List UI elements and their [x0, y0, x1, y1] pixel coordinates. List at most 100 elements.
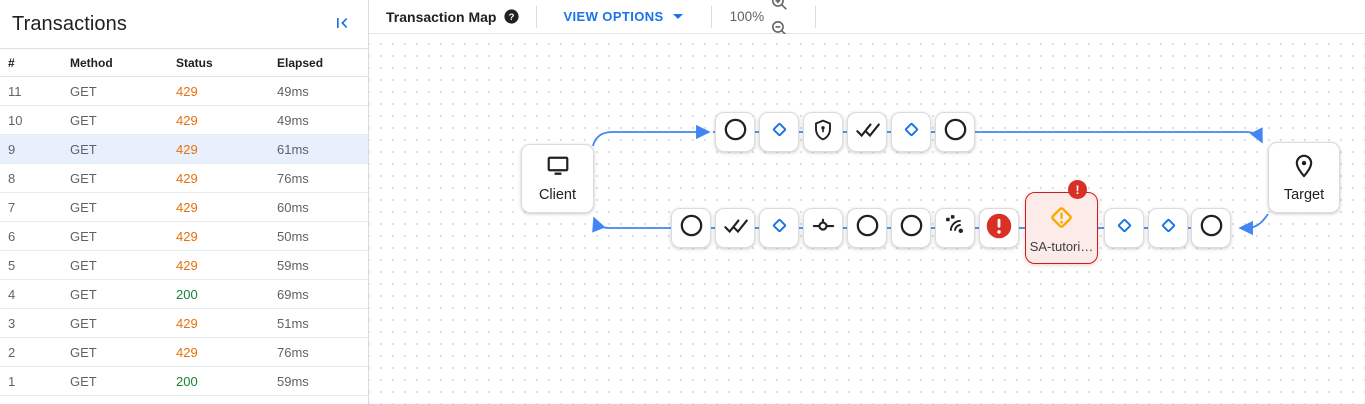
transaction-cell-method: GET: [70, 84, 176, 99]
warning-diamond-icon: [1047, 203, 1076, 237]
transaction-cell-num: 9: [8, 142, 70, 157]
target-label: Target: [1284, 187, 1324, 203]
column-header-elapsed: Elapsed: [277, 56, 368, 70]
transaction-row[interactable]: 1GET20059ms: [0, 367, 368, 396]
transactions-table-body: 11GET42949ms10GET42949ms9GET42961ms8GET4…: [0, 77, 368, 396]
flow-step-card[interactable]: [1148, 208, 1188, 248]
diamond-icon: [1113, 214, 1136, 242]
flow-step-card[interactable]: [979, 208, 1019, 248]
error-badge: !: [1068, 180, 1087, 199]
diamond-icon: [768, 118, 791, 146]
transaction-row[interactable]: 11GET42949ms: [0, 77, 368, 106]
transaction-cell-method: GET: [70, 142, 176, 157]
collapse-panel-icon: [332, 13, 352, 36]
transaction-cell-status: 429: [176, 113, 277, 128]
transaction-row[interactable]: 3GET42951ms: [0, 309, 368, 338]
flow-step-card[interactable]: [1104, 208, 1144, 248]
flow-step-card[interactable]: [935, 112, 975, 152]
transaction-row[interactable]: 5GET42959ms: [0, 251, 368, 280]
circle-icon: [722, 116, 749, 148]
diamond-icon: [1157, 214, 1180, 242]
error-policy-node[interactable]: ! SA-tutori…: [1025, 192, 1098, 264]
transaction-cell-num: 1: [8, 374, 70, 389]
transaction-cell-method: GET: [70, 113, 176, 128]
transaction-cell-num: 4: [8, 287, 70, 302]
transaction-row[interactable]: 7GET42960ms: [0, 193, 368, 222]
transactions-panel: Transactions # Method Status Elapsed 11G…: [0, 0, 368, 404]
transaction-cell-elapsed: 49ms: [277, 113, 368, 128]
svg-text:?: ?: [509, 12, 515, 23]
transaction-cell-status: 429: [176, 316, 277, 331]
transaction-cell-method: GET: [70, 374, 176, 389]
transaction-cell-elapsed: 61ms: [277, 142, 368, 157]
circle-icon: [854, 212, 881, 244]
transaction-cell-method: GET: [70, 171, 176, 186]
collapse-panel-button[interactable]: [330, 12, 354, 36]
target-node[interactable]: Target: [1268, 142, 1340, 213]
flow-step-card[interactable]: [847, 208, 887, 248]
transaction-row[interactable]: 2GET42976ms: [0, 338, 368, 367]
transaction-cell-status: 200: [176, 374, 277, 389]
flow-step-card[interactable]: [891, 208, 931, 248]
transaction-cell-status: 429: [176, 345, 277, 360]
place-pin-icon: [1291, 153, 1317, 184]
flow-step-card[interactable]: [891, 112, 931, 152]
flow-step-card[interactable]: [1191, 208, 1231, 248]
transaction-cell-method: GET: [70, 287, 176, 302]
client-label: Client: [539, 187, 576, 203]
view-options-label: VIEW OPTIONS: [563, 9, 663, 24]
help-icon[interactable]: ?: [503, 8, 520, 25]
transaction-cell-method: GET: [70, 316, 176, 331]
double-check-icon: [722, 212, 749, 244]
flow-step-card[interactable]: [759, 112, 799, 152]
transaction-row[interactable]: 10GET42949ms: [0, 106, 368, 135]
flow-step-card[interactable]: [715, 112, 755, 152]
column-header-status: Status: [176, 56, 277, 70]
transaction-cell-elapsed: 59ms: [277, 374, 368, 389]
transaction-row[interactable]: 8GET42976ms: [0, 164, 368, 193]
transaction-row[interactable]: 4GET20069ms: [0, 280, 368, 309]
transaction-cell-num: 7: [8, 200, 70, 215]
diamond-icon: [768, 214, 791, 242]
transaction-cell-elapsed: 69ms: [277, 287, 368, 302]
transaction-cell-num: 10: [8, 113, 70, 128]
transaction-cell-num: 8: [8, 171, 70, 186]
flow-step-card[interactable]: [803, 112, 843, 152]
transaction-cell-status: 429: [176, 258, 277, 273]
transaction-cell-status: 429: [176, 171, 277, 186]
client-node[interactable]: Client: [521, 144, 594, 213]
transaction-cell-method: GET: [70, 229, 176, 244]
commit-icon: [810, 212, 837, 244]
error-policy-label: SA-tutori…: [1030, 239, 1094, 254]
circle-icon: [942, 116, 969, 148]
column-header-method: Method: [70, 56, 176, 70]
transaction-cell-elapsed: 60ms: [277, 200, 368, 215]
transactions-table-header: # Method Status Elapsed: [0, 48, 368, 77]
flow-step-card[interactable]: [935, 208, 975, 248]
monitor-icon: [544, 155, 572, 184]
transaction-row[interactable]: 9GET42961ms: [0, 135, 368, 164]
transaction-cell-num: 3: [8, 316, 70, 331]
transaction-cell-elapsed: 59ms: [277, 258, 368, 273]
transaction-cell-elapsed: 51ms: [277, 316, 368, 331]
transaction-map-title: Transaction Map: [386, 9, 496, 25]
transaction-cell-status: 429: [176, 229, 277, 244]
flow-step-card[interactable]: [715, 208, 755, 248]
flow-step-card[interactable]: [803, 208, 843, 248]
double-check-icon: [854, 116, 881, 148]
diamond-icon: [900, 118, 923, 146]
transaction-cell-status: 429: [176, 142, 277, 157]
circle-icon: [898, 212, 925, 244]
circle-icon: [1198, 212, 1225, 244]
view-options-button[interactable]: VIEW OPTIONS: [563, 9, 682, 24]
transaction-cell-elapsed: 76ms: [277, 171, 368, 186]
toolbar-divider: [711, 6, 712, 28]
transaction-row[interactable]: 6GET42950ms: [0, 222, 368, 251]
transaction-map-toolbar: Transaction Map ? VIEW OPTIONS 100%: [369, 0, 1365, 34]
flow-step-card[interactable]: [759, 208, 799, 248]
transaction-cell-elapsed: 76ms: [277, 345, 368, 360]
transaction-cell-num: 11: [8, 84, 70, 99]
zoom-in-button[interactable]: [766, 0, 792, 17]
flow-step-card[interactable]: [671, 208, 711, 248]
flow-step-card[interactable]: [847, 112, 887, 152]
